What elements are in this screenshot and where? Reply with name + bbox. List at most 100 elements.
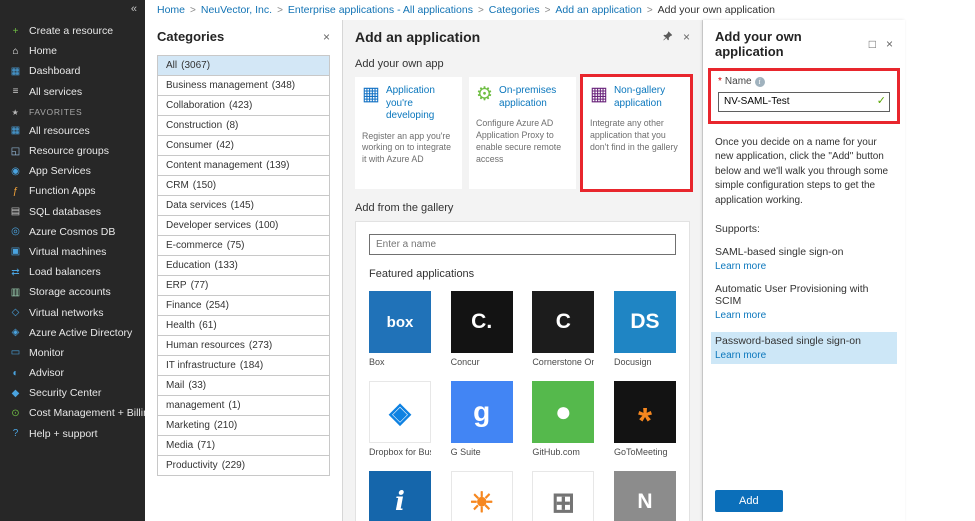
category-item[interactable]: Developer services (100) [157, 215, 330, 236]
sidebar-item[interactable]: ▭ Monitor [0, 343, 145, 363]
sidebar-item[interactable]: + Create a resource [0, 21, 145, 41]
name-field[interactable] [718, 91, 890, 112]
category-item[interactable]: Data services (145) [157, 195, 330, 216]
category-item[interactable]: CRM (150) [157, 175, 330, 196]
category-name: ERP [166, 280, 187, 291]
gallery-app-tile[interactable]: DS Docusign [613, 291, 676, 367]
sidebar-item[interactable]: ≡ All services [0, 82, 145, 102]
gallery-app-tile[interactable]: ◈ Dropbox for Busi... [369, 381, 431, 457]
gears-icon: ⚙ [476, 84, 494, 105]
breadcrumb-link[interactable]: NeuVector, Inc. [201, 4, 272, 16]
app-option-card[interactable]: ▦ Non-gallery application Integrate any … [583, 77, 690, 189]
chevron-double-left-icon[interactable]: « [131, 3, 137, 15]
gallery-app-tile[interactable]: * GoToMeeting [613, 381, 676, 457]
gallery-app-tile[interactable]: ⊞ [532, 471, 595, 521]
learn-more-link[interactable]: Learn more [715, 261, 893, 272]
app-option-card[interactable]: ⚙ On-premises application Configure Azur… [469, 77, 576, 189]
sidebar-item[interactable]: ⊙ Cost Management + Billing [0, 403, 145, 423]
category-item[interactable]: IT infrastructure (184) [157, 355, 330, 376]
category-item[interactable]: Media (71) [157, 435, 330, 456]
sidebar-item[interactable]: ▤ SQL databases [0, 202, 145, 222]
main-area: Home NeuVector, Inc. Enterprise applicat… [145, 0, 975, 521]
sidebar-item[interactable]: ⇄ Load balancers [0, 262, 145, 282]
category-item[interactable]: Content management (139) [157, 155, 330, 176]
sidebar-item-label: Azure Cosmos DB [29, 225, 116, 238]
category-count: (71) [197, 440, 216, 451]
learn-more-link[interactable]: Learn more [715, 350, 893, 361]
category-name: Collaboration [166, 100, 225, 111]
category-item[interactable]: Health (61) [157, 315, 330, 336]
gallery-app-tile[interactable]: C. Concur [450, 291, 513, 367]
cosmos-db-icon: ◎ [11, 226, 20, 238]
gallery-app-tile[interactable]: C Cornerstone On... [532, 291, 595, 367]
own-app-section-label: Add your own app [355, 58, 444, 70]
maximize-icon[interactable]: □ [869, 38, 876, 50]
close-icon[interactable]: × [886, 38, 893, 50]
category-item[interactable]: Education (133) [157, 255, 330, 276]
category-item[interactable]: Construction (8) [157, 115, 330, 136]
category-name: Education [166, 260, 211, 271]
category-item[interactable]: Marketing (210) [157, 415, 330, 436]
learn-more-link[interactable]: Learn more [715, 310, 893, 321]
close-icon[interactable]: × [683, 31, 690, 43]
category-count: (133) [214, 260, 238, 271]
category-item[interactable]: Human resources (273) [157, 335, 330, 356]
category-count: (273) [248, 340, 273, 351]
add-your-own-application-panel: Add your own application □ × * Name i ✓ [703, 20, 905, 521]
sidebar-item[interactable]: ◉ App Services [0, 161, 145, 181]
gallery-app-tile[interactable]: N [613, 471, 676, 521]
sidebar-item[interactable]: ◎ Azure Cosmos DB [0, 222, 145, 242]
categories-list: All (3067) Business management (348) Col… [157, 55, 330, 476]
app-logo: g [450, 381, 513, 443]
sidebar-item[interactable]: ▥ Storage accounts [0, 282, 145, 302]
app-logo: DS [613, 291, 676, 353]
sidebar-item[interactable]: ▦ Dashboard [0, 61, 145, 81]
sidebar-item[interactable]: ◱ Resource groups [0, 141, 145, 161]
breadcrumb-link[interactable]: Home [157, 4, 185, 16]
sidebar-item[interactable]: ⌂ Home [0, 41, 145, 61]
info-icon[interactable]: i [754, 76, 765, 87]
gallery-app-tile[interactable]: box Box [369, 291, 431, 367]
gallery-app-tile[interactable]: ☀ [450, 471, 513, 521]
pin-icon[interactable] [662, 30, 673, 44]
gallery-app-tile[interactable]: ● GitHub.com [532, 381, 595, 457]
category-item[interactable]: Collaboration (423) [157, 95, 330, 116]
category-name: Media [166, 440, 194, 451]
required-marker: * [718, 76, 722, 87]
breadcrumb-link[interactable]: Add your own application [658, 4, 775, 16]
sidebar-item[interactable]: ◇ Virtual networks [0, 302, 145, 322]
app-option-title: Application you're developing [385, 85, 435, 121]
sidebar-item[interactable]: ▦ All resources [0, 121, 145, 141]
category-item[interactable]: All (3067) [157, 55, 330, 76]
sidebar-item[interactable]: ◆ Security Center [0, 383, 145, 403]
sidebar-item[interactable]: ▣ Virtual machines [0, 242, 145, 262]
category-item[interactable]: Productivity (229) [157, 455, 330, 476]
collapse-sidebar-button[interactable]: « [0, 0, 145, 17]
sidebar-item[interactable]: ƒ Function Apps [0, 181, 145, 201]
sidebar-item-label: Security Center [29, 387, 102, 400]
sidebar-item-label: Create a resource [29, 25, 114, 38]
category-name: Construction [166, 120, 223, 131]
category-item[interactable]: Finance (254) [157, 295, 330, 316]
add-button[interactable]: Add [715, 490, 783, 512]
app-caption: Cornerstone On... [532, 357, 594, 367]
category-item[interactable]: E-commerce (75) [157, 235, 330, 256]
breadcrumb-link[interactable]: Categories [489, 4, 540, 16]
gallery-app-tile[interactable]: g G Suite [450, 381, 513, 457]
sidebar-item[interactable]: ◐ Advisor [0, 363, 145, 383]
gallery-app-tile[interactable]: i [369, 471, 431, 521]
gallery-search-input[interactable] [369, 234, 676, 255]
app-option-card[interactable]: ▦ Application you're developing Register… [355, 77, 462, 189]
sidebar-item-label: Virtual machines [29, 245, 107, 258]
category-item[interactable]: ERP (77) [157, 275, 330, 296]
category-item[interactable]: Consumer (42) [157, 135, 330, 156]
sidebar-item[interactable]: ◈ Azure Active Directory [0, 323, 145, 343]
sidebar-item[interactable]: ? Help + support [0, 424, 145, 444]
category-item[interactable]: management (1) [157, 395, 330, 416]
breadcrumb-link[interactable]: Enterprise applications - All applicatio… [288, 4, 473, 16]
close-icon[interactable]: × [323, 31, 330, 43]
breadcrumb-link[interactable]: Add an application [555, 4, 641, 16]
category-item[interactable]: Business management (348) [157, 75, 330, 96]
category-item[interactable]: Mail (33) [157, 375, 330, 396]
azure-portal: « + Create a resource ⌂ Home ▦ Dashboard [0, 0, 975, 521]
